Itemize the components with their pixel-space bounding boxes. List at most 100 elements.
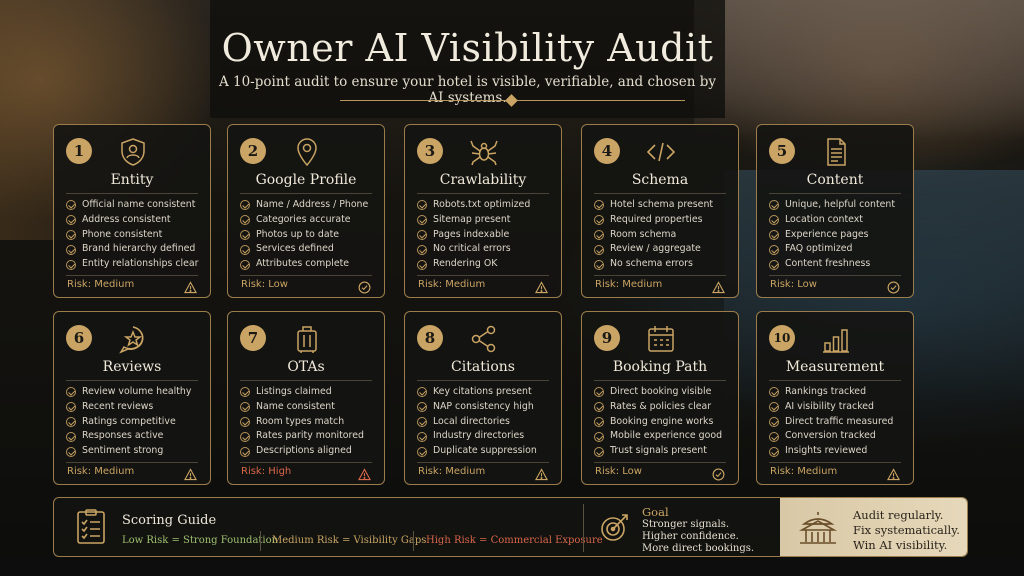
card-title: Reviews: [102, 359, 162, 375]
risk-label: Risk: Medium: [418, 279, 486, 290]
checklist-item-label: Phone consistent: [82, 228, 163, 240]
document-icon: [821, 137, 851, 167]
card-number-badge: 3: [417, 138, 443, 164]
background-sky: [694, 0, 1024, 140]
checklist: Direct booking visible Rates & policies c…: [594, 385, 732, 459]
checklist-item-label: Sitemap present: [433, 213, 511, 225]
checklist-item: Rendering OK: [417, 257, 555, 272]
check-icon: [417, 215, 427, 226]
checklist-item-label: Pages indexable: [433, 228, 510, 240]
check-icon: [769, 416, 779, 427]
card-divider: [417, 193, 549, 194]
check-icon: [769, 259, 779, 270]
checklist: Key citations present NAP consistency hig…: [417, 385, 555, 459]
check-icon: [594, 431, 604, 442]
checklist-item: Pages indexable: [417, 228, 555, 243]
checklist-item-label: Responses active: [82, 430, 164, 442]
warning-icon: [183, 466, 198, 481]
checklist-item: Address consistent: [66, 213, 204, 228]
footer-separator: [583, 504, 584, 552]
audit-card-crawlability: 3 Crawlability Robots.txt optimized Sitemap…: [404, 124, 562, 298]
card-divider: [769, 193, 901, 194]
card-divider: [594, 380, 726, 381]
checklist-item-label: Trust signals present: [610, 445, 707, 457]
warning-icon: [886, 466, 901, 481]
card-number-badge: 7: [240, 325, 266, 351]
checklist-item: Booking engine works: [594, 415, 732, 430]
card-title: Google Profile: [255, 172, 357, 188]
risk-label: Risk: High: [241, 466, 292, 477]
check-icon: [66, 446, 76, 457]
checklist-item: Required properties: [594, 213, 732, 228]
audit-card-schema: 4 Schema Hotel schema present Required prop…: [581, 124, 739, 298]
checklist-item: Entity relationships clear: [66, 257, 204, 272]
target-icon: [600, 512, 630, 542]
checklist-item-label: Key citations present: [433, 386, 532, 397]
card-number-badge: 1: [66, 138, 92, 164]
checklist-item-label: Categories accurate: [256, 213, 351, 225]
risk-label: Risk: Medium: [770, 466, 838, 477]
checklist-item-label: Rates & policies clear: [610, 400, 712, 412]
check-icon: [417, 446, 427, 457]
scoring-guide-title: Scoring Guide: [122, 513, 217, 528]
checklist-item: FAQ optimized: [769, 242, 907, 257]
scoring-high: High Risk = Commercial Exposure: [426, 535, 603, 546]
checklist-icon: [76, 509, 106, 545]
card-title: Schema: [631, 172, 689, 188]
check-icon: [240, 416, 250, 427]
checklist-item-label: Review volume healthy: [82, 386, 192, 397]
check-icon: [66, 215, 76, 226]
check-icon: [66, 200, 76, 211]
checklist-item-label: Rankings tracked: [785, 386, 867, 397]
scoring-medium: Medium Risk = Visibility Gaps: [272, 535, 427, 546]
checklist-item-label: Location context: [785, 213, 863, 225]
checklist-item: Photos up to date: [240, 228, 378, 243]
page-subtitle: A 10-point audit to ensure your hotel is…: [218, 74, 717, 106]
checklist-item-label: Mobile experience good: [610, 430, 723, 442]
checklist-item-label: AI visibility tracked: [785, 400, 875, 412]
risk-label: Risk: Low: [770, 279, 817, 290]
check-icon: [417, 402, 427, 413]
check-icon: [417, 200, 427, 211]
card-title: Booking Path: [612, 359, 708, 375]
card-divider: [769, 275, 901, 276]
cta-line: Fix systematically.: [853, 523, 960, 537]
checklist-item: Categories accurate: [240, 213, 378, 228]
check-icon: [769, 431, 779, 442]
checklist-item-label: No schema errors: [610, 258, 693, 270]
checklist-item: Robots.txt optimized: [417, 198, 555, 213]
check-icon: [66, 244, 76, 255]
checklist-item-label: Industry directories: [433, 430, 525, 442]
check-icon: [417, 431, 427, 442]
check-icon: [769, 229, 779, 240]
audit-card-measurement: 10 Measurement Rankings tracked AI visibili…: [756, 311, 914, 485]
card-divider: [66, 275, 198, 276]
check-icon: [417, 416, 427, 427]
goal-line: Higher confidence.: [642, 531, 739, 542]
check-icon: [66, 259, 76, 270]
check-icon: [417, 244, 427, 255]
checklist-item: Direct booking visible: [594, 385, 732, 400]
card-divider: [594, 193, 726, 194]
check-icon: [240, 446, 250, 457]
checklist-item: Attributes complete: [240, 257, 378, 272]
checklist-item: Name / Address / Phone: [240, 198, 378, 213]
audit-card-reviews: 6 Reviews Review volume healthy Recent revi…: [53, 311, 211, 485]
checklist-item-label: Local directories: [433, 415, 510, 427]
check-icon: [240, 259, 250, 270]
card-divider: [769, 462, 901, 463]
check-icon: [240, 244, 250, 255]
checklist-item: Name consistent: [240, 400, 378, 415]
check-icon: [240, 402, 250, 413]
checklist-item: Industry directories: [417, 429, 555, 444]
checklist-item-label: Services defined: [256, 243, 334, 255]
check-icon: [769, 387, 779, 398]
audit-card-content: 5 Content Unique, helpful content Location …: [756, 124, 914, 298]
checklist-item-label: Name / Address / Phone: [256, 199, 369, 210]
card-title: Crawlability: [439, 172, 527, 188]
checklist-item-label: Descriptions aligned: [256, 445, 352, 457]
checklist-item: Listings claimed: [240, 385, 378, 400]
card-number-badge: 6: [66, 325, 92, 351]
checklist-item: Ratings competitive: [66, 415, 204, 430]
checklist-item-label: Rates parity monitored: [256, 430, 364, 442]
